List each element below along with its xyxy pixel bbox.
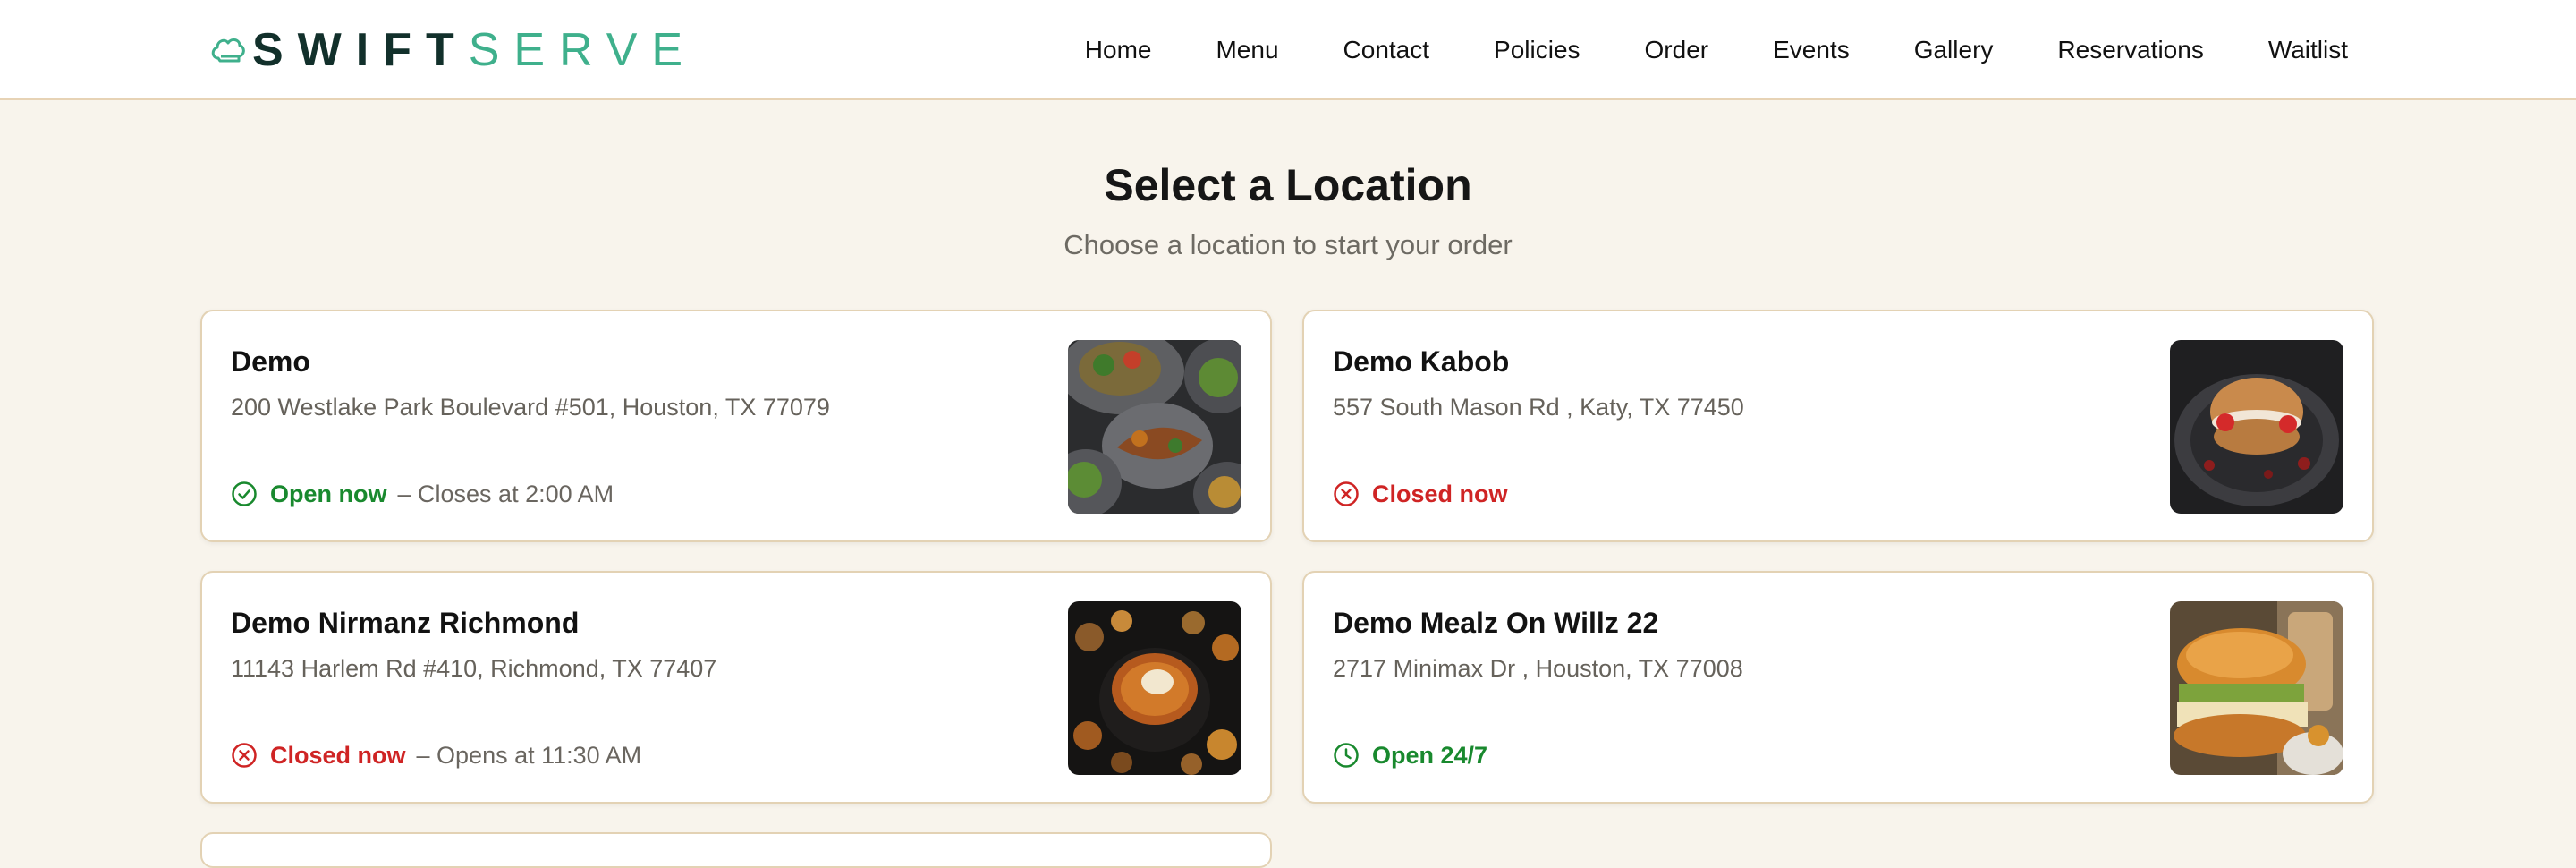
location-address: 200 Westlake Park Boulevard #501, Housto… bbox=[231, 394, 830, 421]
chef-hat-icon bbox=[211, 38, 245, 63]
location-name: Demo Nirmanz Richmond bbox=[231, 607, 580, 639]
status-detail: – Closes at 2:00 AM bbox=[397, 480, 614, 507]
location-status: Closed now – Opens at 11:30 AM bbox=[231, 739, 641, 771]
x-circle-icon bbox=[232, 743, 257, 768]
status-label: Closed now bbox=[1372, 480, 1508, 507]
location-card-partial[interactable] bbox=[200, 832, 1272, 868]
location-card-demo-mealz-on-willz-22[interactable]: Demo Mealz On Willz 22 2717 Minimax Dr ,… bbox=[1302, 571, 2374, 804]
page-subtitle: Choose a location to start your order bbox=[1063, 229, 1513, 260]
location-card-demo[interactable]: Demo 200 Westlake Park Boulevard #501, H… bbox=[200, 310, 1272, 542]
nav-events[interactable]: Events bbox=[1773, 36, 1850, 64]
nav-policies[interactable]: Policies bbox=[1494, 36, 1580, 64]
location-address: 557 South Mason Rd , Katy, TX 77450 bbox=[1333, 394, 1744, 421]
nav-menu[interactable]: Menu bbox=[1216, 36, 1278, 64]
status-label: Open 24/7 bbox=[1372, 741, 1488, 769]
brand-name-serve: SERVE bbox=[468, 24, 698, 76]
status-label: Closed now bbox=[270, 741, 406, 769]
brand-name-swift: SWIFT bbox=[252, 24, 469, 76]
location-photo bbox=[2170, 601, 2343, 775]
x-circle-icon bbox=[1334, 481, 1359, 506]
nav-contact[interactable]: Contact bbox=[1343, 36, 1430, 64]
page-title: Select a Location bbox=[1104, 160, 1472, 210]
location-address: 2717 Minimax Dr , Houston, TX 77008 bbox=[1333, 655, 1743, 682]
main-nav: Home Menu Contact Policies Order Events … bbox=[1085, 0, 2348, 100]
location-name: Demo bbox=[231, 345, 310, 378]
check-circle-icon bbox=[232, 481, 257, 506]
nav-home[interactable]: Home bbox=[1085, 36, 1152, 64]
location-photo bbox=[1068, 601, 1241, 775]
nav-reservations[interactable]: Reservations bbox=[2057, 36, 2203, 64]
status-detail: – Opens at 11:30 AM bbox=[416, 741, 642, 769]
location-photo bbox=[2170, 340, 2343, 514]
clock-icon bbox=[1334, 743, 1359, 768]
location-card-demo-kabob[interactable]: Demo Kabob 557 South Mason Rd , Katy, TX… bbox=[1302, 310, 2374, 542]
location-status: Closed now bbox=[1333, 478, 1508, 510]
location-name: Demo Mealz On Willz 22 bbox=[1333, 607, 1659, 639]
location-card-demo-nirmanz-richmond[interactable]: Demo Nirmanz Richmond 11143 Harlem Rd #4… bbox=[200, 571, 1272, 804]
location-photo bbox=[1068, 340, 1241, 514]
nav-waitlist[interactable]: Waitlist bbox=[2268, 36, 2348, 64]
brand-logo[interactable]: SWIFT SERVE bbox=[209, 24, 698, 76]
location-address: 11143 Harlem Rd #410, Richmond, TX 77407 bbox=[231, 655, 717, 682]
status-label: Open now bbox=[270, 480, 387, 507]
location-status: Open now – Closes at 2:00 AM bbox=[231, 478, 614, 510]
site-header: SWIFT SERVE Home Menu Contact Policies O… bbox=[0, 0, 2576, 100]
nav-order[interactable]: Order bbox=[1645, 36, 1709, 64]
location-status: Open 24/7 bbox=[1333, 739, 1487, 771]
location-name: Demo Kabob bbox=[1333, 345, 1510, 378]
nav-gallery[interactable]: Gallery bbox=[1914, 36, 1994, 64]
